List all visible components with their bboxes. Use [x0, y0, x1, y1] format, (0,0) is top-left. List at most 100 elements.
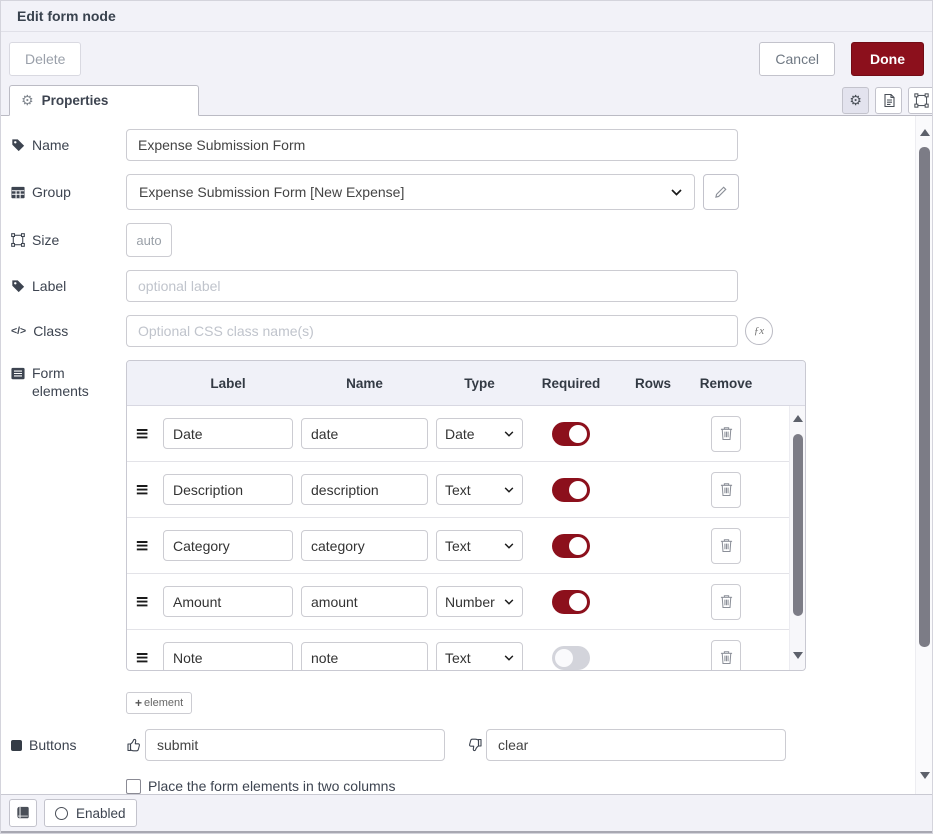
- group-select-value: Expense Submission Form [New Expense]: [139, 184, 404, 200]
- tab-properties[interactable]: ⚙ Properties: [9, 85, 199, 116]
- form-element-row: ≡ Number: [127, 574, 805, 630]
- properties-panel: Name Group Expense Submission Form [New …: [1, 116, 933, 796]
- thumbs-down-icon: [467, 737, 483, 753]
- element-type-value: Number: [445, 594, 495, 610]
- element-name-input[interactable]: [301, 530, 428, 561]
- enabled-label: Enabled: [76, 806, 126, 821]
- edit-group-button[interactable]: [703, 174, 739, 210]
- done-button[interactable]: Done: [851, 42, 924, 76]
- node-appearance-button[interactable]: [908, 87, 933, 114]
- label-input[interactable]: [126, 270, 738, 302]
- class-input[interactable]: [126, 315, 738, 347]
- chevron-down-icon: [504, 655, 514, 661]
- remove-element-button[interactable]: [711, 528, 741, 564]
- tab-properties-label: Properties: [42, 93, 109, 108]
- scroll-down-arrow-icon[interactable]: [920, 772, 930, 779]
- size-button[interactable]: auto: [126, 223, 172, 257]
- drag-handle-icon[interactable]: ≡: [135, 480, 159, 500]
- element-name-input[interactable]: [301, 586, 428, 617]
- element-label-input[interactable]: [163, 474, 293, 505]
- plus-icon: +: [135, 696, 142, 710]
- two-columns-label: Place the form elements in two columns: [148, 778, 395, 794]
- tag-icon: [11, 279, 25, 293]
- trash-icon: [720, 538, 733, 553]
- drag-handle-icon[interactable]: ≡: [135, 648, 159, 668]
- required-toggle[interactable]: [552, 590, 590, 614]
- element-type-select[interactable]: Number: [436, 586, 523, 617]
- dialog-footer: Enabled: [1, 794, 933, 833]
- submit-button-label-input[interactable]: [145, 729, 445, 761]
- enabled-toggle-button[interactable]: Enabled: [44, 799, 137, 827]
- column-label: Label: [159, 376, 297, 391]
- remove-element-button[interactable]: [711, 416, 741, 452]
- required-toggle[interactable]: [552, 646, 590, 670]
- group-row: Group Expense Submission Form [New Expen…: [11, 174, 933, 210]
- group-select[interactable]: Expense Submission Form [New Expense]: [126, 174, 695, 210]
- buttons-row: Buttons: [11, 729, 933, 761]
- drag-handle-icon[interactable]: ≡: [135, 592, 159, 612]
- element-type-select[interactable]: Text: [436, 642, 523, 670]
- column-remove: Remove: [691, 376, 761, 391]
- element-label-input[interactable]: [163, 642, 293, 670]
- drag-handle-icon[interactable]: ≡: [135, 424, 159, 444]
- form-elements-rows: ≡ Date ≡: [127, 406, 805, 670]
- drag-handle-icon[interactable]: ≡: [135, 536, 159, 556]
- cancel-button[interactable]: Cancel: [759, 42, 835, 76]
- element-name-input[interactable]: [301, 418, 428, 449]
- chevron-down-icon: [504, 543, 514, 549]
- remove-element-button[interactable]: [711, 584, 741, 620]
- required-toggle[interactable]: [552, 422, 590, 446]
- table-icon: [11, 186, 25, 199]
- dialog-title: Edit form node: [17, 8, 116, 24]
- book-icon: [16, 806, 30, 820]
- node-properties-button[interactable]: ⚙: [842, 87, 869, 114]
- node-description-button[interactable]: [875, 87, 902, 114]
- show-help-button[interactable]: [9, 799, 37, 827]
- panel-scrollbar[interactable]: [915, 116, 932, 795]
- class-label: </> Class: [11, 322, 126, 340]
- label-label: Label: [11, 277, 126, 295]
- remove-element-button[interactable]: [711, 640, 741, 671]
- chevron-down-icon: [504, 431, 514, 437]
- edit-form-node-dialog: Edit form node Delete Cancel Done ⚙ Prop…: [0, 0, 933, 834]
- code-icon: </>: [11, 325, 26, 337]
- style-expression-button[interactable]: ƒx: [745, 317, 773, 345]
- scroll-up-arrow-icon[interactable]: [793, 415, 803, 422]
- form-elements-scroll-area: ≡ Date ≡: [127, 406, 805, 670]
- element-type-select[interactable]: Text: [436, 530, 523, 561]
- form-elements-header: Label Name Type Required Rows Remove: [127, 361, 805, 406]
- scroll-up-arrow-icon[interactable]: [920, 129, 930, 136]
- chevron-down-icon: [504, 487, 514, 493]
- element-label-input[interactable]: [163, 530, 293, 561]
- clear-button-label-input[interactable]: [486, 729, 786, 761]
- delete-button[interactable]: Delete: [9, 42, 81, 76]
- two-columns-option: Place the form elements in two columns: [126, 778, 933, 794]
- element-type-value: Text: [445, 482, 471, 498]
- add-element-button[interactable]: + element: [126, 692, 192, 714]
- panel-scrollbar-thumb[interactable]: [919, 147, 930, 647]
- size-row: Size auto: [11, 223, 933, 257]
- element-type-select[interactable]: Date: [436, 418, 523, 449]
- element-label-input[interactable]: [163, 418, 293, 449]
- remove-element-button[interactable]: [711, 472, 741, 508]
- trash-icon: [720, 594, 733, 609]
- two-columns-checkbox[interactable]: [126, 779, 141, 794]
- fx-icon: ƒx: [754, 325, 764, 337]
- element-name-input[interactable]: [301, 474, 428, 505]
- table-scrollbar[interactable]: [789, 406, 805, 670]
- element-label-input[interactable]: [163, 586, 293, 617]
- tab-actions: ⚙: [842, 87, 933, 114]
- form-element-row: ≡ Date: [127, 406, 805, 462]
- element-name-input[interactable]: [301, 642, 428, 670]
- object-group-icon: [914, 93, 929, 108]
- required-toggle[interactable]: [552, 534, 590, 558]
- scroll-down-arrow-icon[interactable]: [793, 652, 803, 659]
- required-toggle[interactable]: [552, 478, 590, 502]
- column-rows: Rows: [615, 376, 691, 391]
- name-input[interactable]: [126, 129, 738, 161]
- gear-icon: ⚙: [849, 93, 862, 109]
- tag-icon: [11, 138, 25, 152]
- table-scrollbar-thumb[interactable]: [793, 434, 803, 616]
- element-type-select[interactable]: Text: [436, 474, 523, 505]
- element-type-value: Text: [445, 538, 471, 554]
